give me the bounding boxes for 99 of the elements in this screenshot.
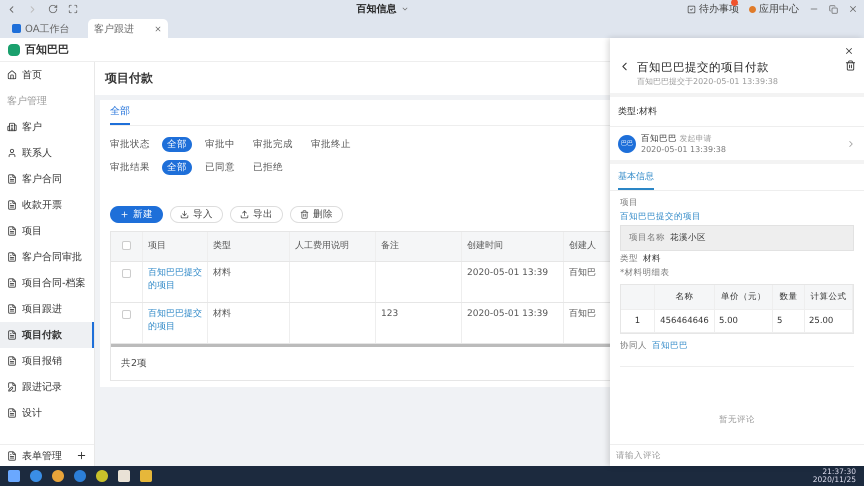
filter-chip[interactable]: 已同意 [200,160,240,175]
project-link[interactable]: 百知巴巴提交的项目 [620,211,854,223]
filter-chip[interactable]: 已拒绝 [248,160,288,175]
person-icon [7,148,17,158]
page-title: 项目付款 [105,70,153,87]
action-button[interactable]: 导入 [170,206,223,223]
sidebar-section-label: 客户管理 [6,94,48,109]
checkbox[interactable] [122,241,131,250]
sidebar-item[interactable]: 客户合同审批 [0,244,94,270]
project-link[interactable]: 百知巴巴提交的项目 [143,303,208,343]
close-icon[interactable] [154,24,162,32]
filter-chip[interactable]: 审批完成 [248,137,298,152]
column-header: 数量 [773,285,805,309]
field-label: *材料明细表 [620,267,670,279]
fullscreen-icon[interactable] [68,4,78,14]
table-cell: 456464646 [655,310,715,332]
table-cell: 材料 [208,303,290,343]
caret-icon[interactable] [400,5,408,13]
app-center-link[interactable]: 应用中心 [749,2,799,16]
project-link[interactable]: 百知巴巴提交的项目 [143,262,208,302]
checkbox[interactable] [122,269,131,278]
app-logo [8,44,20,56]
file-icon [7,450,17,460]
table-cell: 5 [773,310,805,332]
app-icon[interactable] [74,470,86,482]
edit-document-icon [7,382,17,392]
action-button[interactable]: 新建 [110,206,163,223]
action-button[interactable]: 导出 [230,206,283,223]
column-header: 项目 [143,232,208,261]
window-title: 百知信息 [356,2,396,16]
project-card: 项目名称 花溪小区 [620,225,854,251]
type-text: 类型:材料 [610,97,864,127]
column-header: 类型 [208,232,290,261]
sidebar-item[interactable]: 客户 [0,114,94,140]
sidebar-item[interactable]: 跟进记录 [0,374,94,400]
sidebar-item[interactable]: 项目付款 [0,322,94,348]
plus-icon [120,210,129,219]
applicant-time: 2020-05-01 13:39:38 [641,145,727,154]
sidebar-item[interactable]: 联系人 [0,140,94,166]
app-icon[interactable] [30,470,42,482]
column-header: 名称 [655,285,715,309]
column-header: 计算公式 [805,285,853,309]
drawer-title: 百知巴巴提交的项目付款 [637,60,770,75]
column-header: 人工费用说明 [290,232,376,261]
app-name: 百知巴巴 [25,42,69,57]
sidebar-item[interactable]: 项目跟进 [0,296,94,322]
checkbox-icon [687,4,696,14]
table-cell: 123 [376,303,462,343]
export-icon [240,210,249,219]
refresh-icon[interactable] [48,4,58,14]
building-icon [7,122,17,132]
trash-icon [300,210,309,219]
filter-label: 审批结果 [110,161,151,174]
sidebar-item[interactable]: 客户合同 [0,166,94,192]
table-cell: 1 [621,310,655,332]
comment-field[interactable]: 请输入评论 [610,444,864,466]
filter-label: 审批状态 [110,138,151,151]
notification-dot [731,0,738,6]
column-header: 单价（元） [715,285,773,309]
filter-chip[interactable]: 审批终止 [306,137,356,152]
import-icon [180,210,189,219]
add-icon[interactable] [76,450,87,461]
sidebar-item[interactable]: 首页 [0,62,94,88]
close-icon[interactable] [844,46,854,56]
checkbox[interactable] [122,310,131,319]
collaborator-link[interactable]: 百知巴巴 [652,340,688,352]
table-cell: 2020-05-01 13:39 [462,262,564,302]
table-cell: 2020-05-01 13:39 [462,303,564,343]
table-cell: 材料 [208,262,290,302]
sidebar-footer-label: 表单管理 [22,450,63,462]
tab[interactable]: 基本信息 [618,170,654,190]
restore-icon[interactable] [829,4,838,14]
table-cell: 25.00 [805,310,853,332]
applicant-name: 百知巴巴 [641,134,677,144]
home-icon [7,70,17,80]
column-header: 备注 [376,232,462,261]
column-header: 创建时间 [462,232,564,261]
sidebar-item[interactable]: 收款开票 [0,192,94,218]
sidebar-item[interactable]: 项目报销 [0,348,94,374]
sidebar-item[interactable]: 项目 [0,218,94,244]
delete-icon[interactable] [845,60,856,71]
filter-chip[interactable]: 全部 [162,160,192,175]
field-label: 协同人 [620,340,647,352]
filter-chip[interactable]: 审批中 [200,137,240,152]
field-label: 项目 [620,197,639,209]
applicant-action: 发起申请 [680,134,712,143]
browser-tab[interactable]: 客户跟进 [88,19,168,38]
total-count: 共2项 [120,357,148,371]
sidebar-item[interactable]: 项目合同-档案 [0,270,94,296]
filter-chip[interactable]: 全部 [162,137,192,152]
action-button[interactable]: 删除 [290,206,343,223]
sidebar-item[interactable]: 设计 [0,400,94,426]
drawer-subtitle: 百知巴巴提交于2020-05-01 13:39:38 [637,76,779,87]
table-cell: 5.00 [715,310,773,332]
app-icon[interactable] [96,470,108,482]
start-icon[interactable] [8,470,20,482]
browser-tab[interactable]: OA工作台 [6,19,86,38]
tab[interactable]: 全部 [110,104,130,125]
empty-comments-text: 暂无评论 [719,414,755,426]
